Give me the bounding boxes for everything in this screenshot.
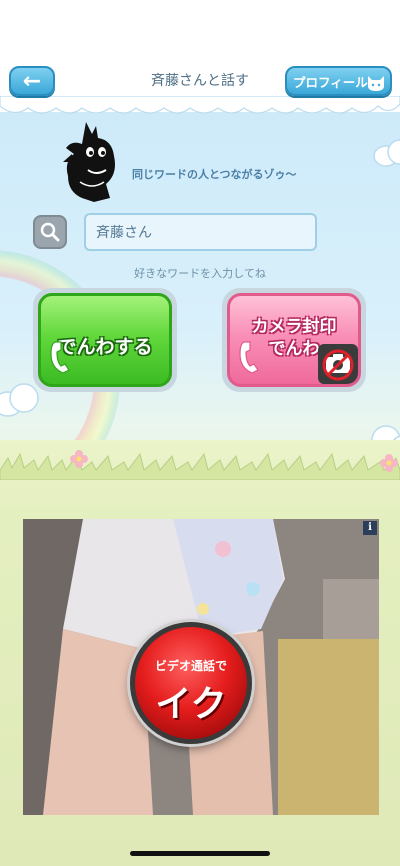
phone-icon [239,341,259,374]
cat-icon [368,76,384,91]
profile-button-label: プロフィール [293,74,368,90]
tagline: 同じワードの人とつながるゾゥ～ [132,168,297,181]
header-cloud-edge [0,96,400,114]
no-camera-icon [318,344,358,384]
profile-button[interactable]: プロフィール [285,66,392,96]
rhino-mascot-icon [63,122,115,202]
call-button[interactable]: でんわする [33,288,177,392]
video-ad-banner[interactable]: i ビデオ通話で イク [23,519,379,815]
cta-small-text: ビデオ通話で [154,659,227,673]
home-indicator[interactable] [130,851,270,856]
word-search-input[interactable] [84,213,317,251]
video-call-cta-button[interactable]: ビデオ通話で イク [130,622,252,744]
cloud-decoration [0,383,39,417]
flower-decoration [380,454,398,472]
camera-off-call-button-face: カメラ封印 でんわ [227,293,361,387]
camera-off-call-button[interactable]: カメラ封印 でんわ [222,288,366,392]
search-hint: 好きなワードを入力してね [134,267,266,280]
grass-decoration [0,452,400,480]
ad-info-icon[interactable]: i [363,521,377,535]
cloud-decoration [373,139,400,167]
call-button-face: でんわする [38,293,172,387]
phone-icon [50,341,70,374]
flower-decoration [70,450,88,468]
cta-big-text: イク [155,684,227,725]
search-icon [40,222,60,242]
search-button[interactable] [33,215,67,249]
camera-off-call-label-line1: カメラ封印 [251,317,337,337]
